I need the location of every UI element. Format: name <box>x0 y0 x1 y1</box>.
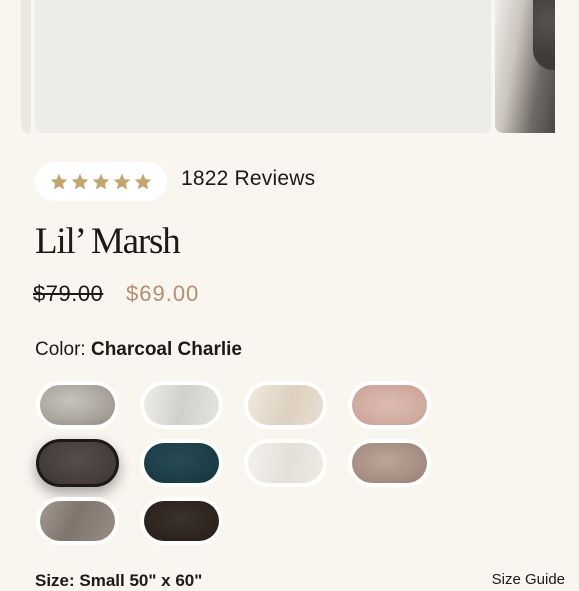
swatch-fill <box>40 385 115 425</box>
swatch-cream[interactable] <box>244 381 327 429</box>
product-gallery <box>0 0 579 133</box>
swatch-fill <box>144 501 219 541</box>
color-label: Color: <box>35 339 86 360</box>
swatch-ivory[interactable] <box>244 439 327 487</box>
color-selection-label: Color: Charcoal Charlie <box>35 339 242 361</box>
swatch-fill <box>40 501 115 541</box>
size-row: Size: Small 50" x 60" Size Guide <box>35 571 565 591</box>
swatch-taupe[interactable] <box>36 497 119 545</box>
swatch-fill <box>248 443 323 483</box>
swatch-fill <box>144 385 219 425</box>
sale-price: $69.00 <box>126 281 200 306</box>
rating-stars[interactable] <box>35 162 167 201</box>
star-icon <box>134 173 152 189</box>
swatch-fill <box>39 442 116 484</box>
swatch-fill <box>144 443 219 483</box>
swatch-silver[interactable] <box>140 381 223 429</box>
next-image-preview[interactable] <box>495 0 555 133</box>
swatch-fill <box>352 385 427 425</box>
swatch-light-gray[interactable] <box>36 381 119 429</box>
original-price: $79.00 <box>33 281 104 306</box>
star-icon <box>92 173 110 189</box>
swatch-teal[interactable] <box>140 439 223 487</box>
swatch-charcoal-charlie[interactable] <box>36 439 119 487</box>
product-title: Lil’ Marsh <box>35 221 181 262</box>
previous-image-preview[interactable] <box>21 0 31 133</box>
size-label: Size: Small 50" x 60" <box>35 571 203 590</box>
swatch-fill <box>352 443 427 483</box>
review-count-link[interactable]: 1822 Reviews <box>181 167 315 191</box>
swatch-espresso[interactable] <box>140 497 223 545</box>
selected-color-name: Charcoal Charlie <box>90 339 242 360</box>
swatch-blush[interactable] <box>348 381 431 429</box>
swatch-mocha[interactable] <box>348 439 431 487</box>
star-icon <box>113 173 131 189</box>
star-icon <box>50 173 68 189</box>
swatch-fill <box>248 385 323 425</box>
main-product-image[interactable] <box>35 0 491 133</box>
star-icon <box>71 173 89 189</box>
